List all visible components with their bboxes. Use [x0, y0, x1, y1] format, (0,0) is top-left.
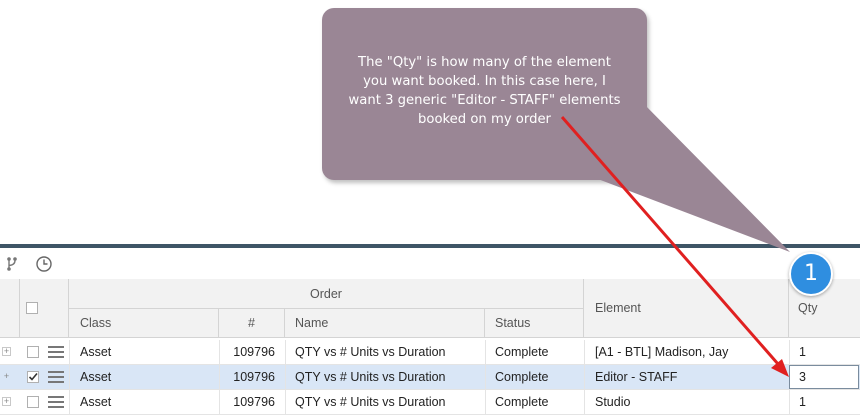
cell-class: Asset [80, 370, 112, 384]
row-divider [485, 365, 486, 390]
header-group-order: Order [69, 279, 584, 309]
column-header-number[interactable]: # [219, 309, 285, 338]
row-divider [789, 340, 790, 365]
row-divider [285, 365, 286, 390]
clock-icon [36, 256, 52, 272]
row-menu-icon[interactable] [48, 396, 64, 408]
callout-line: The "Qty" is how many of the element [358, 55, 611, 70]
expand-row-button[interactable]: + [2, 347, 11, 356]
hierarchy-button[interactable] [2, 254, 22, 274]
column-label: Qty [798, 301, 818, 315]
hierarchy-icon [7, 257, 17, 271]
cell-number: 109796 [233, 345, 275, 359]
row-checkbox[interactable] [27, 346, 39, 358]
cell-number: 109796 [233, 370, 275, 384]
row-menu-icon[interactable] [48, 346, 64, 358]
cell-qty[interactable]: 1 [799, 340, 806, 364]
cell-status: Complete [495, 345, 549, 359]
callout-line: booked on my order [418, 112, 551, 127]
cell-qty[interactable]: 1 [799, 390, 806, 414]
table-row[interactable]: + Asset 109796 QTY vs # Units vs Duratio… [0, 340, 860, 365]
select-all-checkbox[interactable] [26, 302, 38, 314]
grid-toolbar [0, 248, 860, 278]
callout-line: want 3 generic "Editor - STAFF" elements [348, 93, 621, 108]
column-label: Name [295, 316, 329, 330]
instruction-callout: The "Qty" is how many of the element you… [322, 8, 647, 180]
column-header-element[interactable]: Element [584, 279, 789, 338]
row-divider [69, 365, 70, 390]
cell-name: QTY vs # Units vs Duration [295, 370, 446, 384]
row-menu-icon[interactable] [48, 371, 64, 383]
table-row[interactable]: + Asset 109796 QTY vs # Units vs Duratio… [0, 390, 860, 415]
column-label: Element [595, 301, 641, 315]
column-label: Status [495, 316, 531, 330]
callout-text: The "Qty" is how many of the element you… [332, 53, 637, 129]
cell-name: QTY vs # Units vs Duration [295, 395, 446, 409]
cell-element: Studio [595, 395, 631, 409]
column-label: # [248, 316, 255, 330]
table-row[interactable]: + Asset 109796 QTY vs # Units vs Duratio… [0, 365, 860, 390]
header-expander-col [0, 279, 20, 338]
group-header-label: Order [310, 287, 342, 301]
row-divider [789, 390, 790, 415]
row-divider [285, 390, 286, 415]
checkmark-icon [28, 372, 38, 381]
row-divider [69, 340, 70, 365]
row-divider [584, 365, 585, 390]
cell-number: 109796 [233, 395, 275, 409]
row-divider [285, 340, 286, 365]
column-header-status[interactable]: Status [485, 309, 584, 338]
column-header-class[interactable]: Class [69, 309, 219, 338]
row-checkbox[interactable] [27, 396, 39, 408]
cell-class: Asset [80, 395, 112, 409]
row-checkbox[interactable] [27, 371, 39, 383]
cell-class: Asset [80, 345, 112, 359]
cell-element: Editor - STAFF [595, 370, 678, 384]
expand-row-button[interactable]: + [2, 397, 11, 406]
column-header-name[interactable]: Name [285, 309, 485, 338]
column-label: Class [80, 316, 112, 330]
row-divider [584, 340, 585, 365]
step-badge: 1 [789, 252, 833, 296]
cell-name: QTY vs # Units vs Duration [295, 345, 446, 359]
row-divider [69, 390, 70, 415]
cell-status: Complete [495, 370, 549, 384]
qty-input[interactable]: 3 [789, 365, 859, 389]
row-divider [485, 340, 486, 365]
cell-status: Complete [495, 395, 549, 409]
row-divider [485, 390, 486, 415]
history-button[interactable] [34, 254, 54, 274]
header-select-col [20, 279, 69, 338]
row-divider [584, 390, 585, 415]
cell-element: [A1 - BTL] Madison, Jay [595, 345, 729, 359]
callout-line: you want booked. In this case here, I [363, 74, 606, 89]
order-elements-grid: Order Class # Name Status Element Qty + … [0, 279, 860, 415]
expand-row-button[interactable]: + [2, 372, 11, 381]
